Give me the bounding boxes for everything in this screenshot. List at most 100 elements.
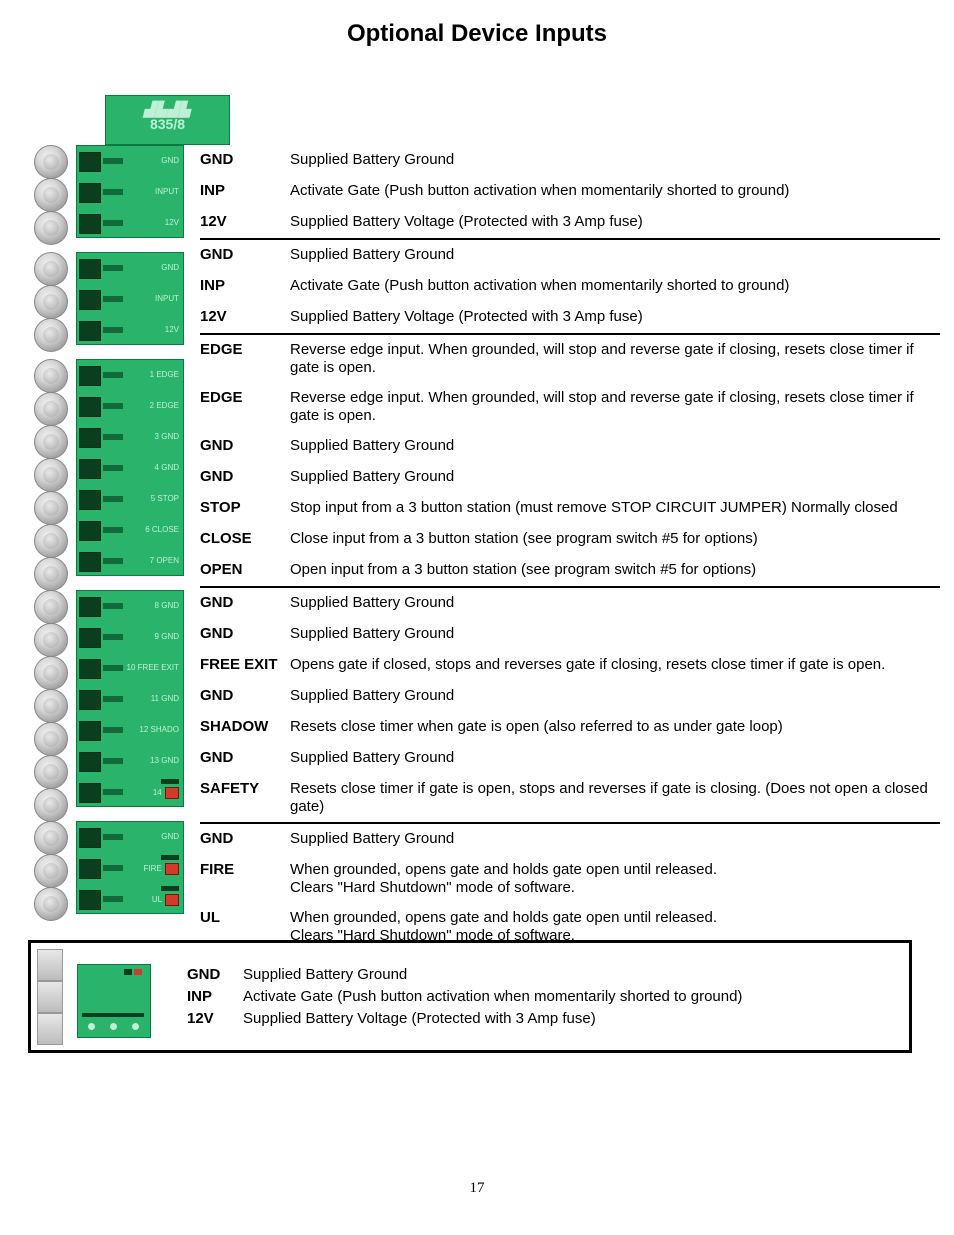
pin-silk-label: 14 [124,787,181,799]
screw-terminal-icon [34,252,68,286]
screw-terminal-icon [34,318,68,352]
pin-description: Activate Gate (Push button activation wh… [290,182,940,200]
page: Optional Device Inputs ▟▙▟▙ 835/8 GNDINP… [0,0,954,98]
red-jumper-icon [165,894,179,906]
pin-group: GNDSupplied Battery Ground INPActivate Ga… [200,240,940,335]
pin-label: INP [200,182,290,199]
zoom-description: Supplied Battery Ground [243,966,407,983]
pin-row: GNDSupplied Battery Ground [200,431,940,462]
pin-row: SAFETYResets close timer if gate is open… [200,774,940,822]
pin-row: EDGEReverse edge input. When grounded, w… [200,383,940,431]
red-jumper-icon [165,787,179,799]
screw-terminal-icon [34,887,68,921]
pin-silk-label: GND [124,832,181,841]
pin-silk-label: UL [124,894,181,906]
terminal-block: 1 EDGE2 EDGE3 GND4 GND5 STOP6 CLOSE7 OPE… [30,359,200,576]
pin-row: STOPStop input from a 3 button station (… [200,493,940,524]
pin-silk-label: 12V [124,218,181,227]
pin-row: GNDSupplied Battery Ground [200,681,940,712]
pin-label: CLOSE [200,530,290,547]
pin-description: Reverse edge input. When grounded, will … [290,341,940,377]
screw-terminal-icon [34,178,68,212]
pin-silk-label: 13 GND [124,756,181,765]
screw-terminal-icon [34,788,68,822]
pin-row: 12VSupplied Battery Voltage (Protected w… [200,207,940,238]
screw-terminal-icon [34,656,68,690]
pin-row: CLOSEClose input from a 3 button station… [200,524,940,555]
pin-label: SHADOW [200,718,290,735]
terminal-block: GNDINPUT12V [30,145,200,238]
pin-silk-label: INPUT [124,294,181,303]
pin-description: Reverse edge input. When grounded, will … [290,389,940,425]
pin-silk-label: FIRE [124,863,181,875]
screw-terminal-icon [34,425,68,459]
pin-silk-label: 4 GND [124,463,181,472]
pin-description: Open input from a 3 button station (see … [290,561,940,579]
pin-label: GND [200,830,290,847]
terminal-block: 8 GND9 GND10 FREE EXIT11 GND12 SHADO13 G… [30,590,200,807]
pin-row: GNDSupplied Battery Ground [200,743,940,774]
zoom-graphic [37,949,157,1044]
pin-label: GND [200,151,290,168]
pin-description: Close input from a 3 button station (see… [290,530,940,548]
pin-label: GND [200,437,290,454]
pin-row: INPActivate Gate (Push button activation… [200,176,940,207]
pin-row: GNDSupplied Battery Ground [200,824,940,855]
pin-row: FIREWhen grounded, opens gate and holds … [200,855,940,903]
zoom-description: Activate Gate (Push button activation wh… [243,988,742,1005]
pin-description: Supplied Battery Voltage (Protected with… [290,213,940,231]
pin-silk-label: 1 EDGE [124,370,181,379]
pin-silk-label: 12V [124,325,181,334]
pin-silk-label: 6 CLOSE [124,525,181,534]
screw-terminal-icon [34,854,68,888]
pin-row: GNDSupplied Battery Ground [200,588,940,619]
zoom-detail-box: GNDSupplied Battery Ground INPActivate Ga… [28,940,912,1053]
pin-label: OPEN [200,561,290,578]
terminal-block: GND FIRE UL [30,821,200,914]
pin-description: Supplied Battery Ground [290,151,940,169]
pin-label: SAFETY [200,780,290,797]
pin-row: GNDSupplied Battery Ground [200,619,940,650]
screw-terminal-icon [34,821,68,855]
screw-terminal-icon [34,145,68,179]
pin-label: GND [200,687,290,704]
screw-terminal-icon [34,722,68,756]
pin-label: EDGE [200,341,290,358]
zoom-row: GNDSupplied Battery Ground [187,966,903,983]
screw-terminal-icon [34,285,68,319]
pin-label: GND [200,625,290,642]
pin-group: EDGEReverse edge input. When grounded, w… [200,335,940,588]
zoom-label: 12V [187,1010,243,1027]
zoom-row: 12VSupplied Battery Voltage (Protected w… [187,1010,903,1027]
pin-description: Supplied Battery Ground [290,246,940,264]
pin-label: 12V [200,213,290,230]
pin-description: Stop input from a 3 button station (must… [290,499,940,517]
pin-label: GND [200,246,290,263]
pin-row: GNDSupplied Battery Ground [200,462,940,493]
pin-row: SHADOWResets close timer when gate is op… [200,712,940,743]
pin-row: INPActivate Gate (Push button activation… [200,271,940,302]
pin-silk-label: 11 GND [124,694,181,703]
pin-label: GND [200,749,290,766]
pin-description: Supplied Battery Ground [290,625,940,643]
pin-row: FREE EXITOpens gate if closed, stops and… [200,650,940,681]
pin-description: Supplied Battery Ground [290,749,940,767]
screw-terminal-icon [34,524,68,558]
pin-description: Supplied Battery Ground [290,594,940,612]
screw-terminal-icon [34,359,68,393]
zoom-label: INP [187,988,243,1005]
pin-silk-label: 3 GND [124,432,181,441]
page-title: Optional Device Inputs [0,0,954,58]
pin-row: 12VSupplied Battery Voltage (Protected w… [200,302,940,333]
screw-terminal-icon [34,623,68,657]
pin-description: Activate Gate (Push button activation wh… [290,277,940,295]
screw-terminal-icon [34,458,68,492]
pin-description: Supplied Battery Ground [290,830,940,848]
pin-description: Supplied Battery Ground [290,437,940,455]
pin-label: STOP [200,499,290,516]
pin-group: GNDSupplied Battery GroundGNDSupplied Ba… [200,588,940,824]
zoom-rows: GNDSupplied Battery Ground INPActivate Ga… [187,961,903,1032]
pin-group: GNDSupplied Battery GroundINPActivate Ga… [200,145,940,240]
pin-group: GNDSupplied Battery GroundFIREWhen groun… [200,824,940,951]
screw-terminal-icon [34,590,68,624]
